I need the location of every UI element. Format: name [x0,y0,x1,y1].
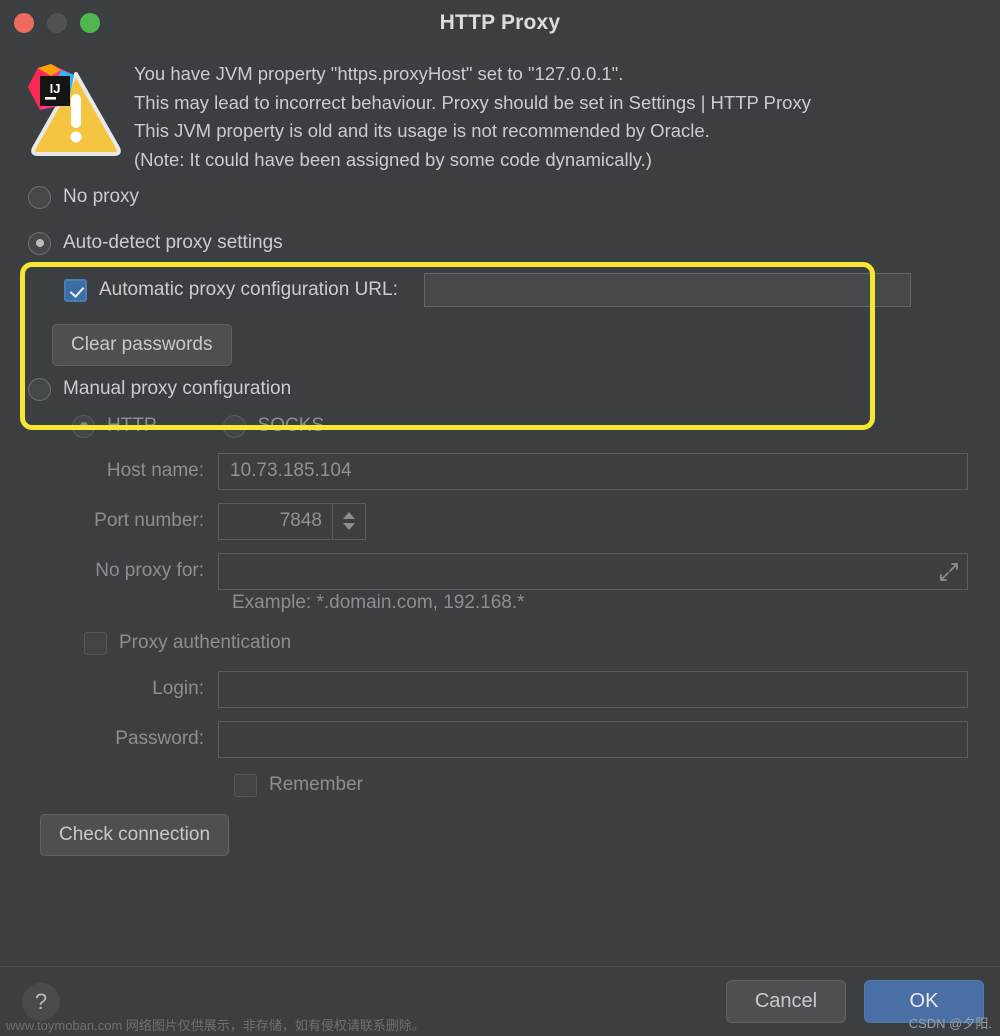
manual-proxy-label: Manual proxy configuration [63,378,292,399]
host-name-row: Host name: 10.73.185.104 [28,446,984,496]
warning-line-1: You have JVM property "https.proxyHost" … [134,63,624,84]
pac-url-label: Automatic proxy configuration URL: [99,279,398,300]
http-label: HTTP [107,415,157,436]
port-number-label: Port number: [94,510,204,531]
socks-label: SOCKS [257,415,325,436]
host-name-label: Host name: [106,460,204,481]
title-bar: HTTP Proxy [0,0,1000,46]
svg-text:IJ: IJ [50,81,61,96]
no-proxy-for-input[interactable] [218,552,968,590]
pac-url-row: Automatic proxy configuration URL: [28,270,984,310]
warning-triangle-icon: IJ [28,64,124,160]
chevron-up-icon[interactable] [343,512,355,519]
clear-passwords-button[interactable]: Clear passwords [52,324,232,366]
radio-no-proxy[interactable]: No proxy [16,180,984,214]
password-input[interactable] [218,720,968,758]
remember-label: Remember [269,774,363,795]
pac-url-input[interactable] [423,273,911,307]
auto-detect-label: Auto-detect proxy settings [63,232,283,253]
remember-checkbox[interactable] [234,773,257,797]
cancel-button[interactable]: Cancel [726,980,846,1023]
port-number-row: Port number: 7848 [28,496,984,546]
minimize-button[interactable] [47,13,67,33]
dialog-content: IJ You have JVM property "https.proxyHos… [0,46,1000,966]
jvm-warning-banner: IJ You have JVM property "https.proxyHos… [16,46,984,180]
port-number-value[interactable]: 7848 [219,504,332,539]
socks-radio-icon[interactable] [222,414,246,438]
check-connection-button[interactable]: Check connection [40,814,230,856]
intellij-idea-icon: IJ [28,64,74,110]
password-row: Password: [28,714,984,764]
no-proxy-for-row: No proxy for: [28,546,984,596]
login-input[interactable] [218,670,968,708]
no-proxy-for-label: No proxy for: [95,560,204,581]
host-name-input[interactable]: 10.73.185.104 [218,452,968,490]
zoom-button[interactable] [80,13,100,33]
warning-line-2: This may lead to incorrect behaviour. Pr… [134,91,811,113]
manual-proxy-group: Manual proxy configuration HTTP SOCKS Ho… [16,372,984,856]
port-spinner-arrows[interactable] [332,503,365,539]
pac-url-checkbox[interactable] [64,278,87,302]
proxy-auth-row[interactable]: Proxy authentication [28,622,984,664]
radio-auto-detect[interactable]: Auto-detect proxy settings [28,226,984,260]
warning-line-4: (Note: It could have been assigned by so… [134,148,652,170]
password-label: Password: [115,728,204,749]
proxy-auth-label: Proxy authentication [119,632,292,653]
warning-line-3: This JVM property is old and its usage i… [134,120,710,141]
http-proxy-dialog: HTTP Proxy IJ You have JVM property "htt… [0,0,1000,1036]
expand-icon[interactable] [939,562,959,582]
example-hint: Example: *.domain.com, 192.168.* [232,592,525,613]
watermark-right: CSDN @夕阳. [908,1016,992,1031]
window-controls [14,13,100,33]
auto-detect-group: Auto-detect proxy settings Automatic pro… [16,214,984,366]
login-label: Login: [152,678,204,699]
auto-detect-radio-icon[interactable] [28,231,51,255]
warning-text: You have JVM property "https.proxyHost" … [134,60,811,174]
protocol-row: HTTP SOCKS [28,406,984,446]
close-button[interactable] [14,13,34,33]
watermark-left: www.toymoban.com 网络图片仅供展示，非存储，如有侵权请联系删除。 [6,1018,425,1033]
remember-row[interactable]: Remember [28,764,984,806]
no-proxy-radio-icon[interactable] [28,185,51,209]
manual-proxy-radio-icon[interactable] [28,377,51,401]
no-proxy-label: No proxy [63,186,140,207]
window-title: HTTP Proxy [439,11,561,34]
login-row: Login: [28,664,984,714]
chevron-down-icon[interactable] [343,523,355,530]
proxy-auth-checkbox[interactable] [84,631,107,655]
port-number-stepper[interactable]: 7848 [218,502,366,540]
http-radio-icon[interactable] [72,414,95,438]
radio-manual-proxy[interactable]: Manual proxy configuration [28,372,984,406]
